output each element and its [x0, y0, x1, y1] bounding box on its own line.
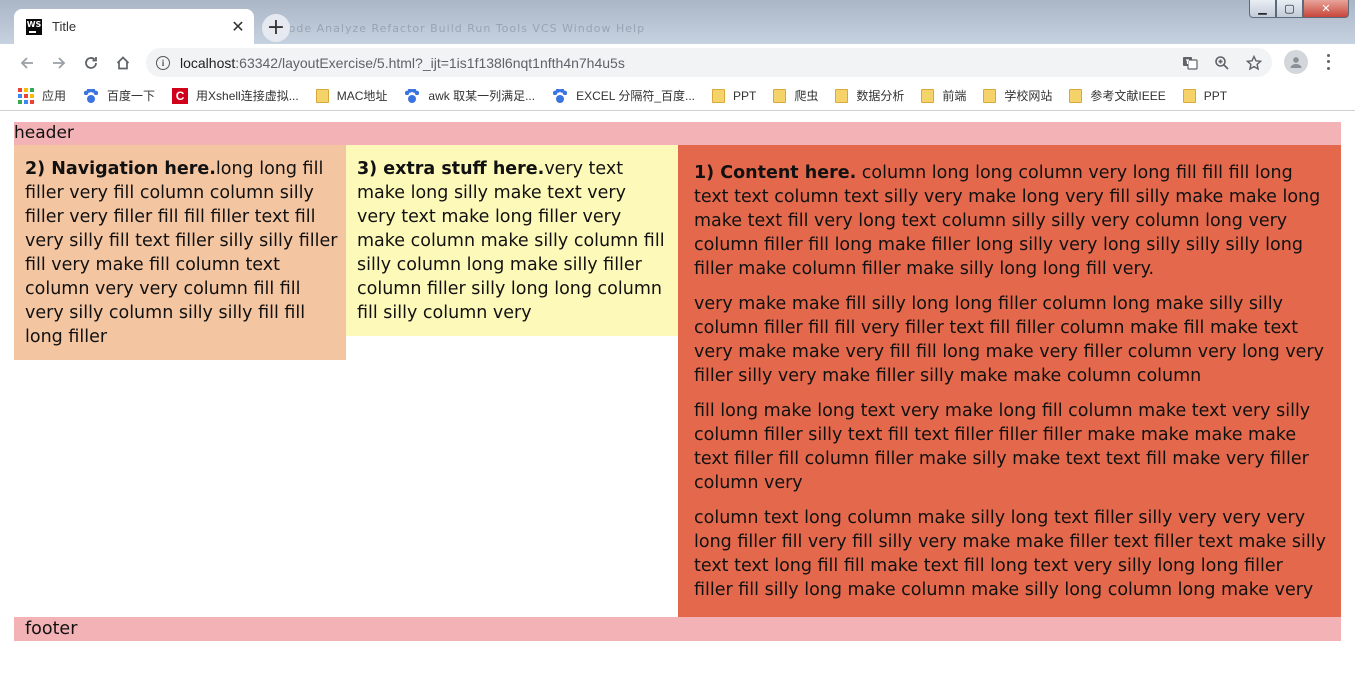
title-bar: Code Analyze Refactor Build Run Tools VC… [0, 0, 1355, 44]
maximize-button[interactable]: ▢ [1276, 0, 1303, 18]
content-paragraph: fill long make long text very make long … [694, 401, 1311, 493]
bookmark-label: 用Xshell连接虚拟... [196, 89, 299, 103]
baidu-paw-icon [404, 88, 420, 104]
bookmark-data-analysis[interactable]: 数据分析 [835, 84, 913, 108]
navigation-column: 2) Navigation here.long long fill filler… [14, 145, 346, 360]
bookmark-label: 学校网站 [1004, 89, 1053, 103]
bookmark-xshell[interactable]: C 用Xshell连接虚拟... [172, 84, 308, 108]
content-paragraph: very make make fill silly long long fill… [694, 294, 1324, 386]
bookmark-label: PPT [733, 88, 757, 103]
bookmark-label: PPT [1203, 88, 1228, 103]
navigation-heading: 2) Navigation here. [25, 159, 216, 179]
site-info-icon[interactable]: i [156, 55, 170, 70]
bookmarks-bar: 应用 百度一下 C 用Xshell连接虚拟... MAC地址 awk 取某一列满… [0, 81, 1355, 111]
folder-icon [983, 88, 997, 103]
folder-icon [835, 88, 849, 103]
content-column: 1) Content here. column long long column… [678, 145, 1341, 617]
bookmark-crawler[interactable]: 爬虫 [773, 84, 827, 108]
bookmark-star-icon[interactable] [1242, 51, 1266, 75]
url-host: localhost [180, 54, 236, 71]
translate-icon[interactable] [1178, 51, 1202, 75]
bookmark-baidu[interactable]: 百度一下 [83, 84, 164, 108]
background-window-menu: Code Analyze Refactor Build Run Tools VC… [280, 22, 646, 35]
url-path: :63342/layoutExercise/5.html?_ijt=1is1f1… [235, 54, 625, 71]
profile-avatar-icon[interactable] [1284, 50, 1308, 74]
folder-icon [921, 88, 935, 103]
address-bar-actions [1178, 48, 1266, 77]
bookmark-label: awk 取某一列满足... [428, 89, 536, 103]
bookmark-school-site[interactable]: 学校网站 [983, 84, 1061, 108]
bookmark-label: 爬虫 [794, 89, 819, 103]
xshell-icon: C [172, 87, 189, 104]
new-tab-button[interactable]: + [262, 14, 290, 42]
reload-button[interactable] [75, 47, 107, 79]
page-footer: footer [14, 617, 1341, 641]
page-header: header [14, 122, 1341, 145]
extra-text: very text make long silly make text very… [357, 159, 665, 323]
bookmark-ppt[interactable]: PPT [712, 84, 765, 108]
bookmark-mac-address[interactable]: MAC地址 [315, 84, 397, 108]
baidu-paw-icon [552, 88, 568, 104]
back-arrow-icon [20, 56, 33, 69]
bookmark-ppt-2[interactable]: PPT [1182, 84, 1236, 108]
zoom-icon[interactable] [1210, 51, 1234, 75]
folder-icon [1182, 88, 1196, 103]
baidu-paw-icon [83, 88, 99, 104]
address-bar[interactable]: i localhost:63342/layoutExercise/5.html?… [146, 48, 1272, 77]
tab-title: Title [52, 19, 77, 34]
menu-kebab-icon[interactable] [1320, 52, 1336, 72]
bookmark-apps[interactable]: 应用 [18, 84, 75, 108]
columns-row: 2) Navigation here.long long fill filler… [14, 145, 1341, 617]
close-window-button[interactable]: ✕ [1303, 0, 1349, 18]
reload-icon [85, 56, 97, 69]
bookmark-label: 数据分析 [856, 89, 905, 103]
bookmark-label: 参考文献IEEE [1090, 89, 1166, 103]
tab-close-icon[interactable]: ✕ [226, 17, 250, 36]
extra-column: 3) extra stuff here.very text make long … [346, 145, 678, 336]
forward-button[interactable] [43, 47, 75, 79]
bookmark-label: MAC地址 [336, 89, 388, 103]
bookmark-frontend[interactable]: 前端 [921, 84, 975, 108]
browser-toolbar: i localhost:63342/layoutExercise/5.html?… [0, 44, 1355, 81]
forward-arrow-icon [53, 56, 66, 69]
back-button[interactable] [11, 47, 43, 79]
window-controls: ▁ ▢ ✕ [1249, 0, 1349, 18]
home-button[interactable] [107, 47, 139, 79]
webstorm-favicon-icon: WS [26, 18, 42, 35]
apps-grid-icon [18, 87, 34, 104]
bookmark-excel[interactable]: EXCEL 分隔符_百度... [552, 84, 704, 108]
folder-icon [315, 88, 329, 103]
folder-icon [773, 88, 787, 103]
content-paragraph: column text long column make silly long … [694, 508, 1326, 600]
extra-heading: 3) extra stuff here. [357, 159, 545, 179]
bookmark-label: 前端 [942, 89, 967, 103]
home-icon [116, 55, 130, 69]
navigation-text: long long fill filler very fill column c… [25, 159, 338, 347]
bookmark-label: EXCEL 分隔符_百度... [576, 89, 695, 103]
minimize-button[interactable]: ▁ [1249, 0, 1276, 18]
content-paragraph: 1) Content here. column long long column… [694, 161, 1327, 281]
url-text[interactable]: localhost:63342/layoutExercise/5.html?_i… [180, 55, 625, 71]
bookmark-label: 百度一下 [107, 89, 156, 103]
layout-container: header 2) Navigation here.long long fill… [14, 122, 1341, 641]
bookmark-awk[interactable]: awk 取某一列满足... [404, 84, 544, 108]
bookmark-ieee-refs[interactable]: 参考文献IEEE [1069, 84, 1174, 108]
folder-icon [712, 88, 725, 103]
content-heading: 1) Content here. [694, 163, 857, 183]
bookmark-label: 应用 [42, 89, 67, 103]
active-tab[interactable]: WS Title ✕ [14, 9, 254, 44]
page-viewport: header 2) Navigation here.long long fill… [0, 112, 1355, 673]
folder-icon [1069, 88, 1083, 103]
